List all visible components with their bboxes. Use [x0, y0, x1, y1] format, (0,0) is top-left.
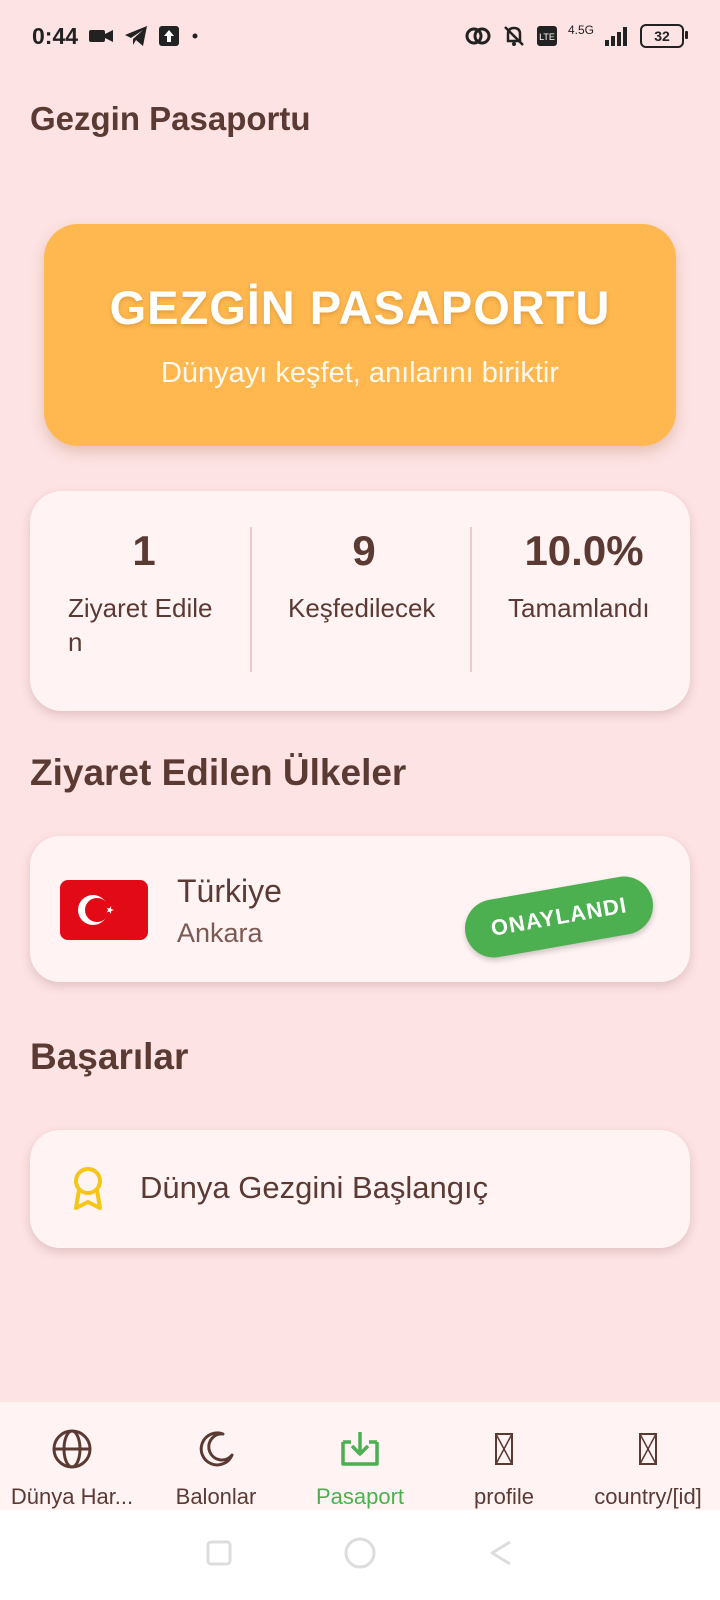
nav-item-passport[interactable]: Pasaport	[288, 1402, 432, 1510]
video-icon	[88, 27, 114, 45]
back-button[interactable]	[486, 1538, 516, 1573]
approved-badge: ONAYLANDI	[460, 871, 658, 963]
status-time: 0:44	[32, 22, 79, 49]
hero-banner: GEZGİN PASAPORTU Dünyayı keşfet, anıları…	[44, 224, 676, 446]
stat-visited: 1 Ziyaret Edilen	[30, 491, 250, 711]
achievements-title: Başarılar	[30, 1036, 189, 1077]
stat-to-explore: 9 Keşfedilecek	[250, 491, 470, 711]
dot-icon	[190, 31, 200, 41]
missing-glyph-icon	[638, 1428, 658, 1470]
country-capital: Ankara	[177, 918, 263, 948]
system-nav-bar	[0, 1510, 720, 1600]
country-name: Türkiye	[177, 873, 282, 909]
signal-icon	[604, 25, 630, 47]
stat-value: 9	[352, 527, 376, 574]
stat-completed: 10.0% Tamamlandı	[470, 491, 690, 711]
stat-label: Tamamlandı	[508, 593, 650, 623]
globe-icon	[51, 1428, 93, 1470]
missing-glyph-icon	[494, 1428, 514, 1470]
upload-icon	[158, 25, 180, 47]
nav-label: Balonlar	[175, 1484, 257, 1509]
stat-label: Ziyaret Edilen	[68, 593, 213, 657]
home-button[interactable]	[342, 1535, 378, 1576]
moon-icon	[195, 1428, 237, 1470]
status-bar: 0:44 LTE 4.5G 32	[0, 0, 720, 72]
achievement-card[interactable]: Dünya Gezgini Başlangıç	[30, 1130, 690, 1248]
country-card[interactable]: Türkiye Ankara ONAYLANDI	[30, 836, 690, 982]
nav-label: profile	[474, 1484, 534, 1509]
stats-card: 1 Ziyaret Edilen 9 Keşfedilecek 10.0% Ta…	[30, 491, 690, 711]
nav-label: country/[id]	[594, 1484, 702, 1509]
stat-value: 10.0%	[524, 527, 644, 574]
svg-text:LTE: LTE	[539, 32, 555, 42]
visited-countries-title: Ziyaret Edilen Ülkeler	[30, 752, 407, 793]
page-title: Gezgin Pasaportu	[30, 100, 311, 137]
download-icon	[339, 1428, 381, 1470]
nav-item-profile[interactable]: profile	[432, 1402, 576, 1510]
stat-value: 1	[132, 527, 156, 574]
network-type: 4.5G	[567, 23, 594, 37]
nav-item-world-map[interactable]: Dünya Har...	[0, 1402, 144, 1510]
volte-icon: LTE	[536, 25, 558, 47]
nav-item-country[interactable]: country/[id]	[576, 1402, 720, 1510]
nav-label: Dünya Har...	[10, 1484, 134, 1509]
link-icon	[464, 25, 492, 47]
award-icon	[68, 1164, 108, 1219]
bottom-nav: Dünya Har... Balonlar Pasaport profile c…	[0, 1402, 720, 1510]
nav-label: Pasaport	[315, 1484, 405, 1509]
battery-icon: 32	[640, 24, 688, 48]
turkey-flag-icon	[60, 880, 148, 940]
nav-item-balloons[interactable]: Balonlar	[144, 1402, 288, 1510]
telegram-icon	[124, 25, 148, 47]
achievement-label: Dünya Gezgini Başlangıç	[140, 1170, 489, 1205]
hero-subtitle: Dünyayı keşfet, anılarını biriktir	[160, 357, 560, 389]
recents-button[interactable]	[204, 1538, 234, 1573]
bell-off-icon	[502, 24, 526, 48]
hero-title: GEZGİN PASAPORTU	[109, 281, 611, 334]
stat-label: Keşfedilecek	[288, 593, 436, 623]
